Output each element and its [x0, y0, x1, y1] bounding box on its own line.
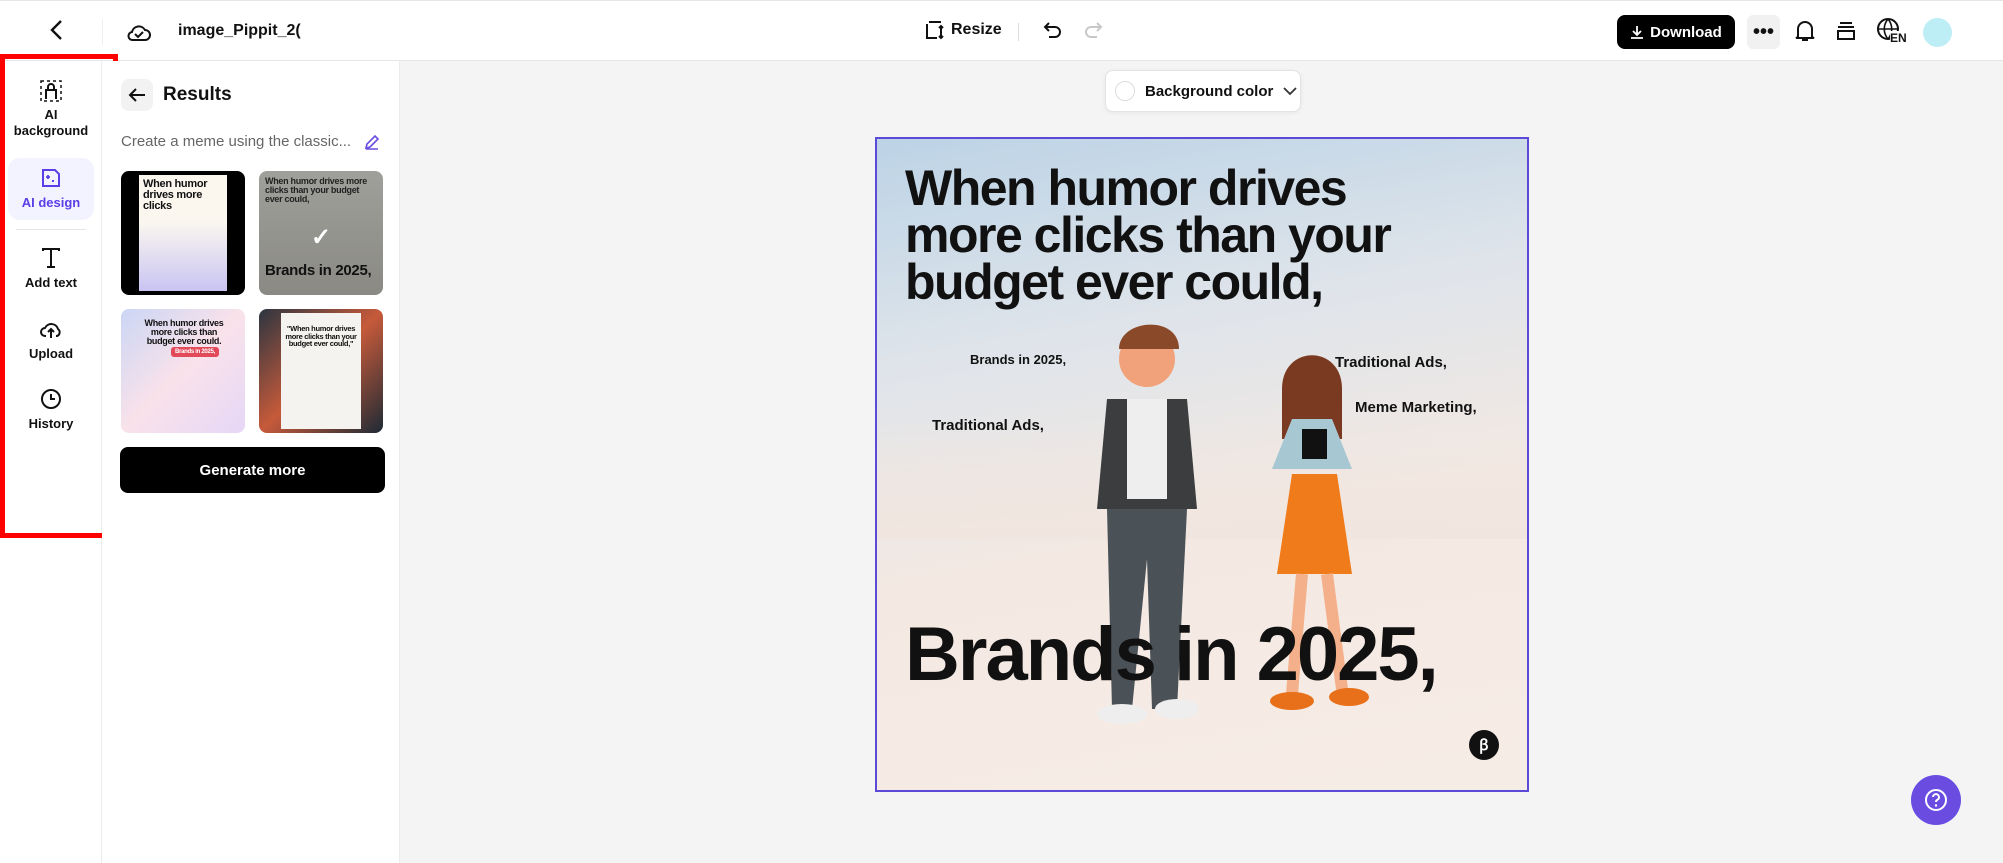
chevron-down-icon — [1283, 86, 1297, 95]
result-thumbnail-1[interactable]: When humor drives more clicks — [121, 171, 245, 295]
bell-icon[interactable] — [1792, 17, 1818, 45]
resize-icon — [926, 21, 944, 40]
results-panel: Results Create a meme using the classic.… — [102, 61, 400, 863]
thumb-subtext: Brands in 2025, — [171, 347, 219, 357]
storage-icon[interactable] — [1833, 17, 1859, 45]
rail-item-ai-design[interactable]: AI design — [8, 158, 94, 220]
language-globe-icon[interactable]: EN — [1876, 17, 1910, 47]
upload-cloud-icon — [40, 323, 61, 338]
rail-label: Upload — [28, 346, 74, 361]
resize-label: Resize — [951, 21, 1002, 38]
panel-title: Results — [163, 84, 232, 105]
divider — [102, 19, 103, 45]
rail-item-add-text[interactable]: Add text — [8, 247, 94, 297]
divider — [1018, 23, 1019, 41]
result-thumbnail-4[interactable]: "When humor drives more clicks than your… — [259, 309, 383, 433]
result-thumbnail-2-selected[interactable]: When humor drives more clicks than your … — [259, 171, 383, 295]
edit-pencil-icon[interactable] — [362, 132, 382, 152]
resize-button[interactable]: Resize — [925, 20, 1002, 40]
callout-label[interactable]: Brands in 2025, — [970, 352, 1066, 367]
text-icon — [42, 248, 60, 268]
design-canvas[interactable]: When humor drives more clicks than your … — [875, 137, 1529, 792]
thumb-subtext: Brands in 2025, — [265, 262, 372, 279]
canvas-headline[interactable]: When humor drives more clicks than your … — [905, 163, 1425, 307]
undo-icon[interactable] — [1040, 18, 1066, 44]
back-arrow-icon[interactable] — [121, 79, 153, 111]
color-swatch — [1115, 81, 1135, 101]
rail-label: AI design — [21, 195, 81, 210]
thumb-text: When humor drives more clicks — [143, 178, 208, 212]
cloud-saved-icon — [124, 17, 154, 47]
selected-check-icon: ✓ — [311, 224, 332, 251]
brand-logo-icon: ꞵ — [1469, 730, 1499, 760]
ai-background-icon — [40, 80, 62, 102]
avatar[interactable] — [1923, 18, 1952, 47]
thumb-text: When humor drives more clicks than budge… — [144, 318, 224, 346]
rail-item-history[interactable]: History — [8, 388, 94, 438]
rail-item-upload[interactable]: Upload — [8, 318, 94, 368]
language-code: EN — [1890, 31, 1907, 45]
rail-label: Add text — [25, 275, 77, 290]
divider — [16, 229, 86, 230]
callout-label[interactable]: Meme Marketing, — [1355, 399, 1477, 416]
download-icon — [1631, 26, 1644, 39]
download-button[interactable]: Download — [1617, 15, 1735, 49]
thumb-text: "When humor drives more clicks than your… — [285, 324, 357, 348]
clock-icon — [41, 389, 61, 409]
download-label: Download — [1650, 23, 1722, 41]
top-bar: image_Pippit_2( Resize Download ••• EN — [0, 0, 2003, 61]
ai-design-icon — [42, 169, 60, 187]
rail-label: AI background — [13, 107, 89, 138]
background-color-label: Background color — [1145, 82, 1274, 100]
more-options-icon[interactable]: ••• — [1747, 15, 1780, 49]
result-thumbnail-3[interactable]: When humor drives more clicks than budge… — [121, 309, 245, 433]
back-chevron-icon[interactable] — [42, 15, 72, 45]
rail-item-ai-background[interactable]: AI background — [8, 79, 94, 141]
thumb-text: When humor drives more clicks than your … — [265, 176, 367, 204]
rail-label: History — [28, 416, 74, 431]
help-question-icon[interactable] — [1911, 775, 1961, 825]
file-name[interactable]: image_Pippit_2( — [178, 22, 301, 40]
left-rail: AI background AI design Add text Upload … — [0, 61, 102, 863]
background-color-dropdown[interactable]: Background color — [1105, 70, 1301, 112]
generate-more-button[interactable]: Generate more — [120, 447, 385, 493]
callout-label[interactable]: Traditional Ads, — [1335, 354, 1447, 371]
canvas-bottom-text[interactable]: Brands in 2025, — [905, 611, 1439, 698]
callout-label[interactable]: Traditional Ads, — [932, 417, 1044, 434]
redo-icon[interactable] — [1080, 18, 1106, 44]
prompt-text: Create a meme using the classic... — [121, 133, 352, 150]
